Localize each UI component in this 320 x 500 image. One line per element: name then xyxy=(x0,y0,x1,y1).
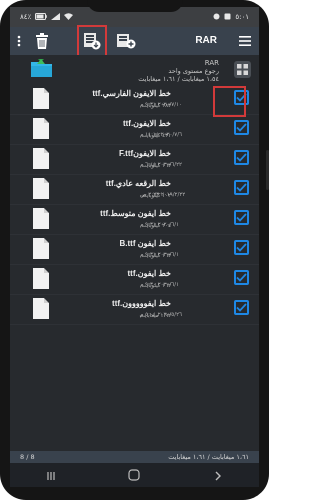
file-name: خط ايفون.ttf xyxy=(127,269,172,278)
file-checkbox[interactable] xyxy=(234,120,249,135)
check-icon xyxy=(236,243,247,252)
file-size: ١،٩٢ ميغابايت xyxy=(139,313,171,319)
notification-icon-2 xyxy=(224,13,231,22)
file-icon xyxy=(33,238,49,259)
file-name: خط الايفونF.ttf xyxy=(118,149,171,158)
file-icon xyxy=(33,298,49,319)
path-row[interactable]: RAR رجوع مستوى واحد ١،٥٤ ميغابايت / ١،٦١… xyxy=(10,55,259,85)
check-icon xyxy=(236,123,247,132)
file-checkbox[interactable] xyxy=(234,180,249,195)
file-size: ١٦٣ كيلوبايت xyxy=(141,163,171,169)
file-size: ٢٨٣ كيلوبايت xyxy=(141,103,171,109)
file-icon xyxy=(33,148,49,169)
file-checkbox[interactable] xyxy=(234,150,249,165)
app-title: RAR xyxy=(195,35,217,46)
file-icon xyxy=(33,118,49,139)
file-checkbox[interactable] xyxy=(234,240,249,255)
file-size: ١٠٢ كيلوبايت xyxy=(141,193,171,199)
archive-summary: ١،٥٤ ميغابايت / ١،٦١ ميغابايت xyxy=(138,75,219,83)
check-icon xyxy=(236,183,247,192)
file-size: ٢٠٤ كيلوبايت xyxy=(141,223,171,229)
battery-icon xyxy=(35,12,48,22)
bottom-status-bar: 8 / 8 ١،٦١ ميغابايت / ١،٦١ ميغابايت xyxy=(10,451,259,463)
file-name: خط ايفون B.ttf xyxy=(119,239,172,248)
back-icon[interactable] xyxy=(213,466,223,485)
file-checkbox[interactable] xyxy=(234,210,249,225)
file-icon xyxy=(33,208,49,229)
file-name: خط الايفون الفارسي.ttf xyxy=(92,89,171,98)
file-name: خط ايفووووون.ttf xyxy=(112,299,171,308)
more-options-icon[interactable] xyxy=(12,27,26,55)
file-size: ١٦٣ كيلوبايت xyxy=(141,253,171,259)
file-row[interactable]: خط ايفون.ttf ٢٠٢٠/٦/١ ٩:٣٠ م ١٦٢ كيلوبايت xyxy=(10,265,259,295)
file-name: خط ايفون متوسط.ttf xyxy=(100,209,171,218)
check-icon xyxy=(236,213,247,222)
file-row[interactable]: خط الرقعه عادي.ttf ٢٠١٩/٢/٢٢ ٢:٢٣ ص ١٠٢ كي… xyxy=(10,175,259,205)
folder-up-icon xyxy=(30,58,54,82)
file-row[interactable]: خط ايفون B.ttf ٢٠٢٠/٦/١ ٩:٣١ م ١٦٣ كيلوباي… xyxy=(10,235,259,265)
hamburger-menu-icon[interactable] xyxy=(237,27,253,55)
selection-count: 8 / 8 xyxy=(20,453,35,461)
file-name: خط الرقعه عادي.ttf xyxy=(105,179,171,188)
add-to-archive-icon[interactable] xyxy=(114,27,138,55)
up-one-level-label: رجوع مستوى واحد xyxy=(168,67,219,75)
file-row[interactable]: خط ايفووووون.ttf ٢٠٢٠/٥/٢٦ ٥:٠٤ م ١،٩٢ ميغ… xyxy=(10,295,259,325)
volume-button xyxy=(266,150,269,190)
file-icon xyxy=(33,88,49,109)
checkbox-highlight xyxy=(213,86,246,117)
phone-frame: ٨٤٪ ٥:٠١ RAR RAR رجوع مستوى واحد ١،٥٤ مي… xyxy=(0,0,269,500)
selection-size: ١،٦١ ميغابايت / ١،٦١ ميغابايت xyxy=(168,453,249,461)
file-icon xyxy=(33,178,49,199)
toolbar: RAR xyxy=(10,27,259,55)
notification-icon xyxy=(213,13,220,22)
battery-percent: ٨٤٪ xyxy=(20,13,32,21)
file-icon xyxy=(33,268,49,289)
check-icon xyxy=(236,273,247,282)
recent-apps-icon[interactable] xyxy=(46,466,56,485)
file-size: ٤٣١ كيلوبايت xyxy=(141,133,171,139)
file-size: ١٦٢ كيلوبايت xyxy=(141,283,171,289)
path-label: RAR xyxy=(204,59,219,67)
check-icon xyxy=(236,303,247,312)
file-row[interactable]: خط الايفون.ttf ٢٠٢٠/٧/٦ ١١:١٤ م ٤٣١ كيلوبا… xyxy=(10,115,259,145)
home-icon[interactable] xyxy=(128,466,141,485)
file-row[interactable]: خط ايفون متوسط.ttf ٢٠٢٠/٦/١ ٩:٣١ م ٢٠٤ كيل… xyxy=(10,205,259,235)
check-icon xyxy=(236,153,247,162)
delete-icon[interactable] xyxy=(32,27,52,55)
wifi-icon xyxy=(64,12,74,22)
file-checkbox[interactable] xyxy=(234,270,249,285)
file-row[interactable]: خط الايفونF.ttf ٢٠٢٠/٦/٢٢ ٦:٤٤ م ١٦٣ كيلوب… xyxy=(10,145,259,175)
camera-notch xyxy=(86,0,183,12)
system-nav-bar xyxy=(10,463,259,487)
status-time: ٥:٠١ xyxy=(235,13,249,21)
file-checkbox[interactable] xyxy=(234,300,249,315)
file-name: خط الايفون.ttf xyxy=(122,119,171,128)
signal-icon xyxy=(51,12,61,22)
grid-view-button[interactable] xyxy=(234,61,251,78)
